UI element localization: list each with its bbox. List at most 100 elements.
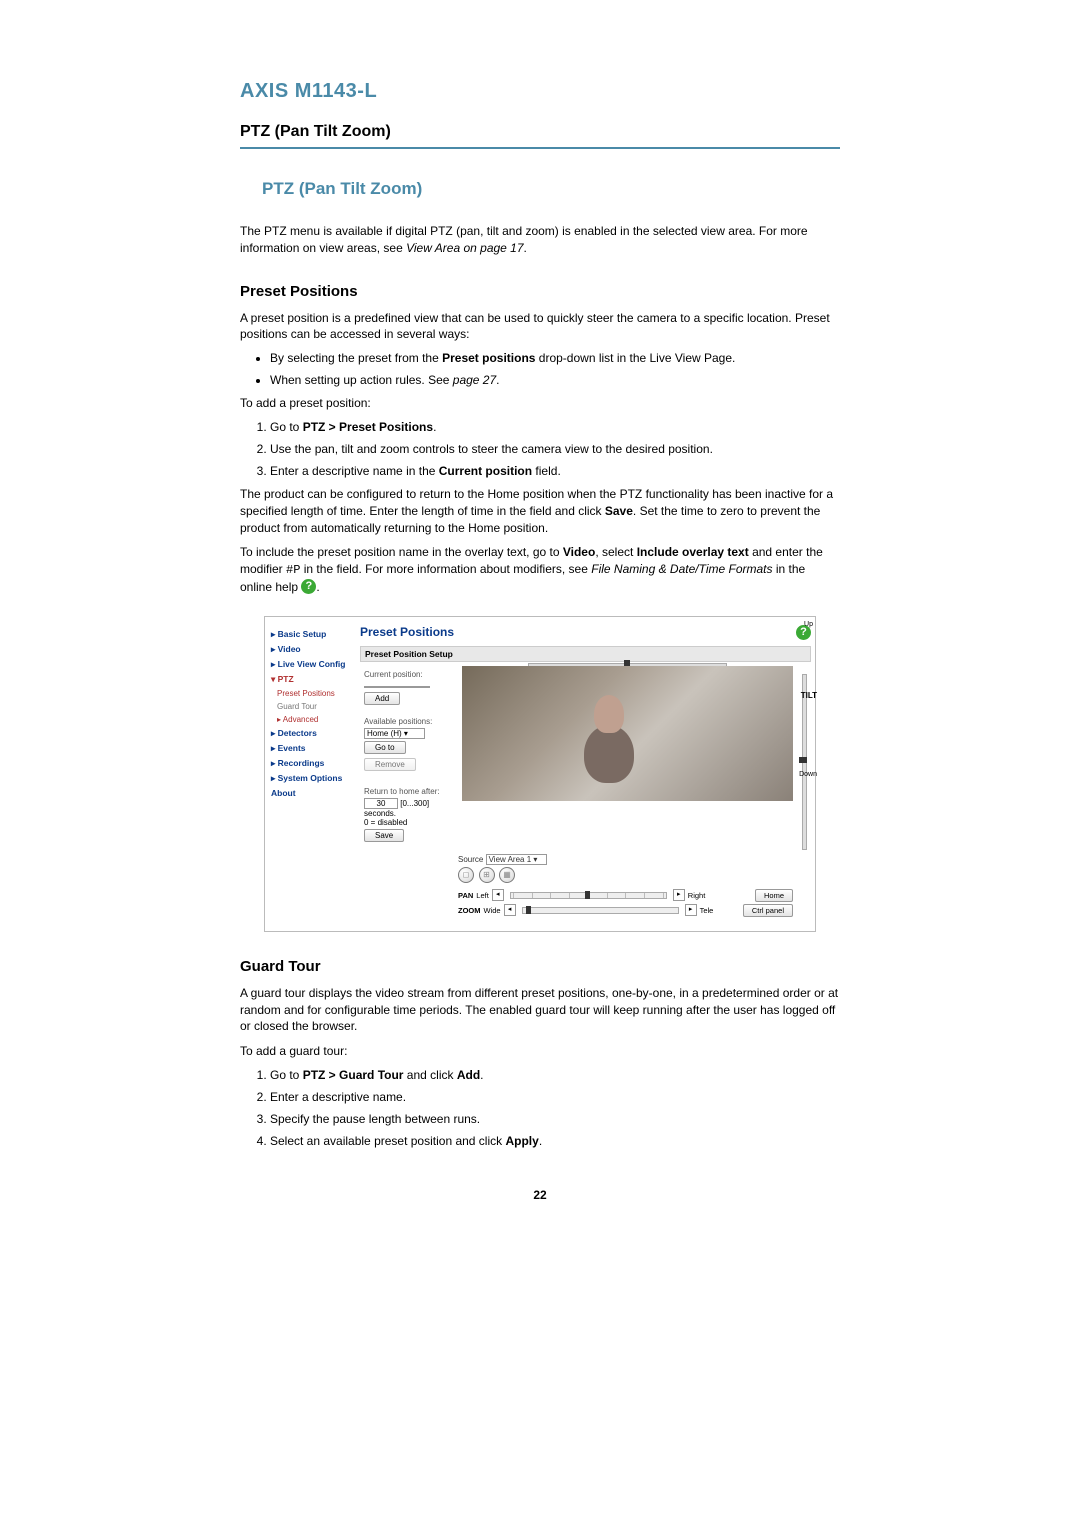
intro-paragraph: The PTZ menu is available if digital PTZ… [240, 223, 840, 257]
paragraph: The product can be configured to return … [240, 486, 840, 536]
pan-label: PAN [458, 891, 473, 900]
pan-left-button[interactable]: ◂ [492, 889, 504, 901]
goto-button[interactable]: Go to [364, 741, 406, 754]
section-heading: PTZ (Pan Tilt Zoom) [240, 123, 840, 141]
view-mode-3-icon[interactable]: ▦ [499, 867, 515, 883]
zoom-tele-button[interactable]: ▸ [685, 904, 697, 916]
home-button[interactable]: Home [755, 889, 793, 902]
sidebar-item-advanced[interactable]: ▸ Advanced [277, 715, 356, 724]
modifier-code: #P [286, 563, 300, 577]
zoom-tele-label: Tele [700, 906, 714, 915]
sidebar-item-about[interactable]: About [271, 788, 356, 798]
sidebar-item-video[interactable]: ▸ Video [271, 644, 356, 655]
list-item: Use the pan, tilt and zoom controls to s… [270, 442, 840, 456]
return-home-note: 0 = disabled [364, 818, 454, 827]
text: Select an available preset position and … [270, 1134, 505, 1148]
live-video-preview [462, 666, 793, 801]
return-home-label: Return to home after: [364, 787, 454, 796]
save-button[interactable]: Save [364, 829, 404, 842]
view-mode-1-icon[interactable]: ◻ [458, 867, 474, 883]
screenshot-figure: ▸ Basic Setup ▸ Video ▸ Live View Config… [264, 616, 816, 932]
preset-positions-heading: Preset Positions [240, 283, 840, 300]
return-home-input[interactable]: 30 [364, 798, 398, 809]
divider [240, 147, 840, 149]
panel-title: Preset Positions [360, 625, 454, 639]
list-item: Go to PTZ > Preset Positions. [270, 420, 840, 434]
ui-term: Add [457, 1068, 480, 1082]
ordered-list: Go to PTZ > Guard Tour and click Add. En… [270, 1068, 840, 1148]
add-button[interactable]: Add [364, 692, 400, 705]
paragraph: To add a preset position: [240, 395, 840, 412]
text: . [433, 420, 436, 434]
ui-term: Include overlay text [637, 545, 749, 559]
pan-right-label: Right [688, 891, 706, 900]
text: When setting up action rules. See [270, 373, 453, 387]
bullet-list: By selecting the preset from the Preset … [270, 351, 840, 387]
text: . [480, 1068, 483, 1082]
zoom-slider[interactable] [522, 907, 679, 914]
text: drop-down list in the Live View Page. [535, 351, 735, 365]
ctrl-panel-button[interactable]: Ctrl panel [743, 904, 793, 917]
tilt-down-label: Down [799, 771, 817, 778]
help-icon: ? [301, 579, 316, 594]
text: By selecting the preset from the [270, 351, 442, 365]
text: . [316, 580, 319, 594]
ui-term: Preset positions [442, 351, 535, 365]
sidebar: ▸ Basic Setup ▸ Video ▸ Live View Config… [265, 617, 360, 931]
view-mode-buttons: ◻ ⊞ ▦ [458, 867, 793, 883]
paragraph: A guard tour displays the video stream f… [240, 985, 840, 1035]
sidebar-item-events[interactable]: ▸ Events [271, 743, 356, 754]
list-item: Select an available preset position and … [270, 1134, 840, 1148]
source-select[interactable]: View Area 1 ▾ [486, 854, 547, 865]
view-mode-2-icon[interactable]: ⊞ [479, 867, 495, 883]
pan-left-label: Left [476, 891, 489, 900]
list-item: Enter a descriptive name. [270, 1090, 840, 1104]
available-positions-select[interactable]: Home (H) ▾ [364, 728, 425, 739]
sidebar-item-basic-setup[interactable]: ▸ Basic Setup [271, 629, 356, 640]
text: field. [532, 464, 561, 478]
list-item: Enter a descriptive name in the Current … [270, 464, 840, 478]
cross-ref: View Area on page 17 [406, 241, 523, 255]
sidebar-item-live-view-config[interactable]: ▸ Live View Config [271, 659, 356, 670]
ptz-heading: PTZ (Pan Tilt Zoom) [240, 179, 840, 199]
sidebar-item-guard-tour[interactable]: Guard Tour [277, 702, 356, 711]
ui-path: PTZ > Guard Tour [303, 1068, 404, 1082]
zoom-label: ZOOM [458, 906, 481, 915]
text: . [496, 373, 499, 387]
current-position-input[interactable] [364, 686, 430, 688]
ui-path: PTZ > Preset Positions [303, 420, 433, 434]
sidebar-item-preset-positions[interactable]: Preset Positions [277, 689, 356, 698]
ordered-list: Go to PTZ > Preset Positions. Use the pa… [270, 420, 840, 478]
ui-term: Video [563, 545, 595, 559]
text: , select [595, 545, 636, 559]
remove-button[interactable]: Remove [364, 758, 416, 771]
product-title: AXIS M1143-L [240, 80, 840, 103]
sidebar-item-detectors[interactable]: ▸ Detectors [271, 728, 356, 739]
tilt-label: TILT [801, 691, 817, 700]
text: . [524, 241, 527, 255]
source-label: Source [458, 855, 483, 864]
pan-right-button[interactable]: ▸ [673, 889, 685, 901]
paragraph: To include the preset position name in t… [240, 544, 840, 595]
ui-term: Apply [505, 1134, 538, 1148]
cross-ref: page 27 [453, 373, 496, 387]
zoom-wide-button[interactable]: ◂ [504, 904, 516, 916]
tilt-up-label: Up [804, 621, 813, 628]
sidebar-item-recordings[interactable]: ▸ Recordings [271, 758, 356, 769]
tilt-slider[interactable] [801, 674, 807, 848]
sidebar-item-system-options[interactable]: ▸ System Options [271, 773, 356, 784]
ui-term: Current position [439, 464, 532, 478]
list-item: Specify the pause length between runs. [270, 1112, 840, 1126]
sidebar-item-ptz[interactable]: ▾ PTZ [271, 674, 356, 685]
panel-subtitle: Preset Position Setup [360, 646, 811, 662]
available-positions-label: Available positions: [364, 717, 454, 726]
paragraph: To add a guard tour: [240, 1043, 840, 1060]
current-position-label: Current position: [364, 670, 454, 679]
paragraph: A preset position is a predefined view t… [240, 310, 840, 344]
pan-slider[interactable] [510, 892, 667, 899]
cross-ref: File Naming & Date/Time Formats [591, 562, 772, 576]
page-number: 22 [240, 1188, 840, 1202]
guard-tour-heading: Guard Tour [240, 958, 840, 975]
text: Go to [270, 420, 303, 434]
text: . [539, 1134, 542, 1148]
